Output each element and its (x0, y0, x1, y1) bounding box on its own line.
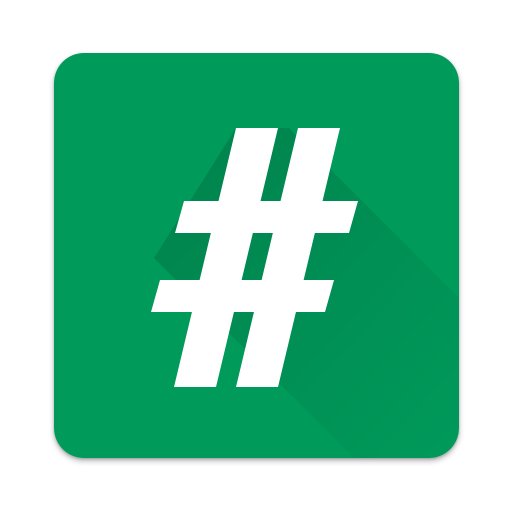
app-icon[interactable] (54, 53, 459, 458)
hash-bar-top (175, 201, 358, 233)
canvas (0, 0, 512, 512)
hash-icon (54, 53, 459, 458)
hash-bar-bottom (151, 280, 334, 312)
